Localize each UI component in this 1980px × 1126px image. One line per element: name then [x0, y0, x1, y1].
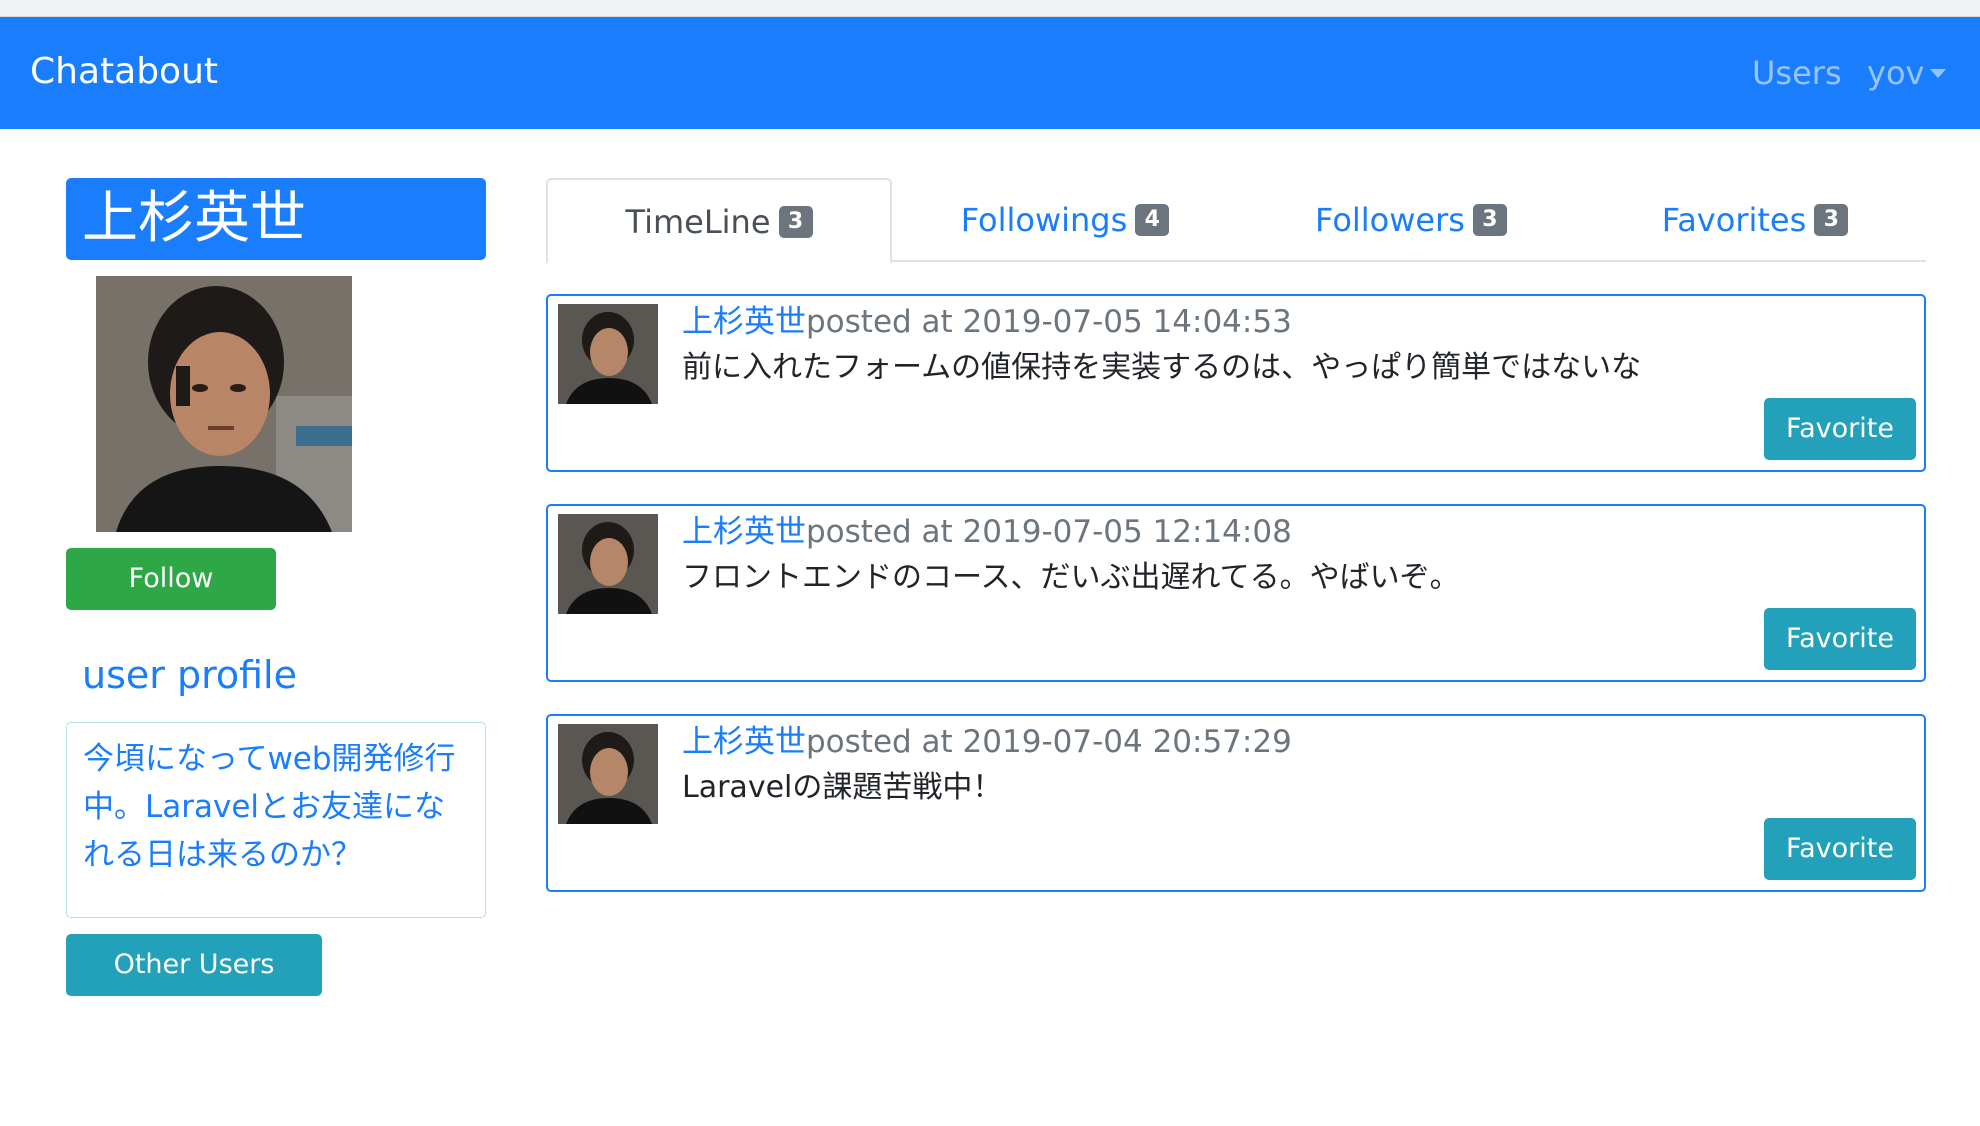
user-profile-heading[interactable]: user profile — [82, 650, 297, 700]
nav-users-link[interactable]: Users — [1752, 53, 1842, 93]
tab-favorites[interactable]: Favorites 3 — [1584, 178, 1926, 262]
tab-timeline[interactable]: TimeLine 3 — [546, 178, 892, 264]
follow-button[interactable]: Follow — [66, 548, 276, 610]
tab-label: Followings — [960, 201, 1128, 239]
tab-label: TimeLine — [625, 203, 771, 241]
brand-link[interactable]: Chatabout — [30, 49, 218, 95]
post-avatar — [558, 724, 658, 824]
post-avatar — [558, 514, 658, 614]
timeline-post: 上杉英世posted at 2019-07-04 20:57:29 Larave… — [546, 714, 1926, 892]
profile-name-card: 上杉英世 — [66, 178, 486, 260]
post-timestamp: posted at 2019-07-05 12:14:08 — [806, 514, 1292, 550]
tab-followings[interactable]: Followings 4 — [892, 178, 1238, 262]
count-badge: 4 — [1135, 204, 1170, 236]
post-header: 上杉英世posted at 2019-07-05 14:04:53 — [682, 300, 1292, 344]
count-badge: 3 — [1472, 204, 1507, 236]
post-header: 上杉英世posted at 2019-07-05 12:14:08 — [682, 510, 1292, 554]
post-timestamp: posted at 2019-07-05 14:04:53 — [806, 304, 1292, 340]
post-content: 前に入れたフォームの値保持を実装するのは、やっぱり簡単ではないな — [682, 350, 1642, 385]
count-badge: 3 — [778, 206, 813, 238]
timeline-post: 上杉英世posted at 2019-07-05 14:04:53 前に入れたフ… — [546, 294, 1926, 472]
favorite-button[interactable]: Favorite — [1764, 818, 1916, 880]
post-author-link[interactable]: 上杉英世 — [682, 514, 806, 550]
post-author-link[interactable]: 上杉英世 — [682, 724, 806, 760]
timeline-post: 上杉英世posted at 2019-07-05 12:14:08 フロントエン… — [546, 504, 1926, 682]
avatar-photo-icon — [558, 304, 658, 404]
post-header: 上杉英世posted at 2019-07-04 20:57:29 — [682, 720, 1292, 764]
count-badge: 3 — [1814, 204, 1849, 236]
post-content: フロントエンドのコース、だいぶ出遅れてる。やばいぞ。 — [682, 560, 1460, 595]
tab-followers[interactable]: Followers 3 — [1238, 178, 1584, 262]
tab-label: Followers — [1315, 201, 1465, 239]
post-author-link[interactable]: 上杉英世 — [682, 304, 806, 340]
profile-tabs: TimeLine 3 Followings 4 Followers 3 Favorit… — [546, 178, 1926, 264]
avatar-photo-icon — [558, 514, 658, 614]
user-menu-toggle[interactable]: yov — [1867, 53, 1924, 93]
post-timestamp: posted at 2019-07-04 20:57:29 — [806, 724, 1292, 760]
favorite-button[interactable]: Favorite — [1764, 398, 1916, 460]
favorite-button[interactable]: Favorite — [1764, 608, 1916, 670]
browser-top-strip — [0, 0, 1980, 17]
caret-down-icon[interactable] — [1930, 69, 1946, 78]
post-content: Laravelの課題苦戦中！ — [682, 770, 1003, 805]
tab-label: Favorites — [1661, 201, 1807, 239]
navbar: Chatabout Users yov — [0, 17, 1980, 129]
profile-avatar — [96, 276, 352, 532]
profile-bio: 今頃になってweb開発修行中。Laravelとお友達になれる日は来るのか？ — [66, 722, 486, 918]
other-users-button[interactable]: Other Users — [66, 934, 322, 996]
avatar-photo-icon — [96, 276, 352, 532]
avatar-photo-icon — [558, 724, 658, 824]
post-avatar — [558, 304, 658, 404]
